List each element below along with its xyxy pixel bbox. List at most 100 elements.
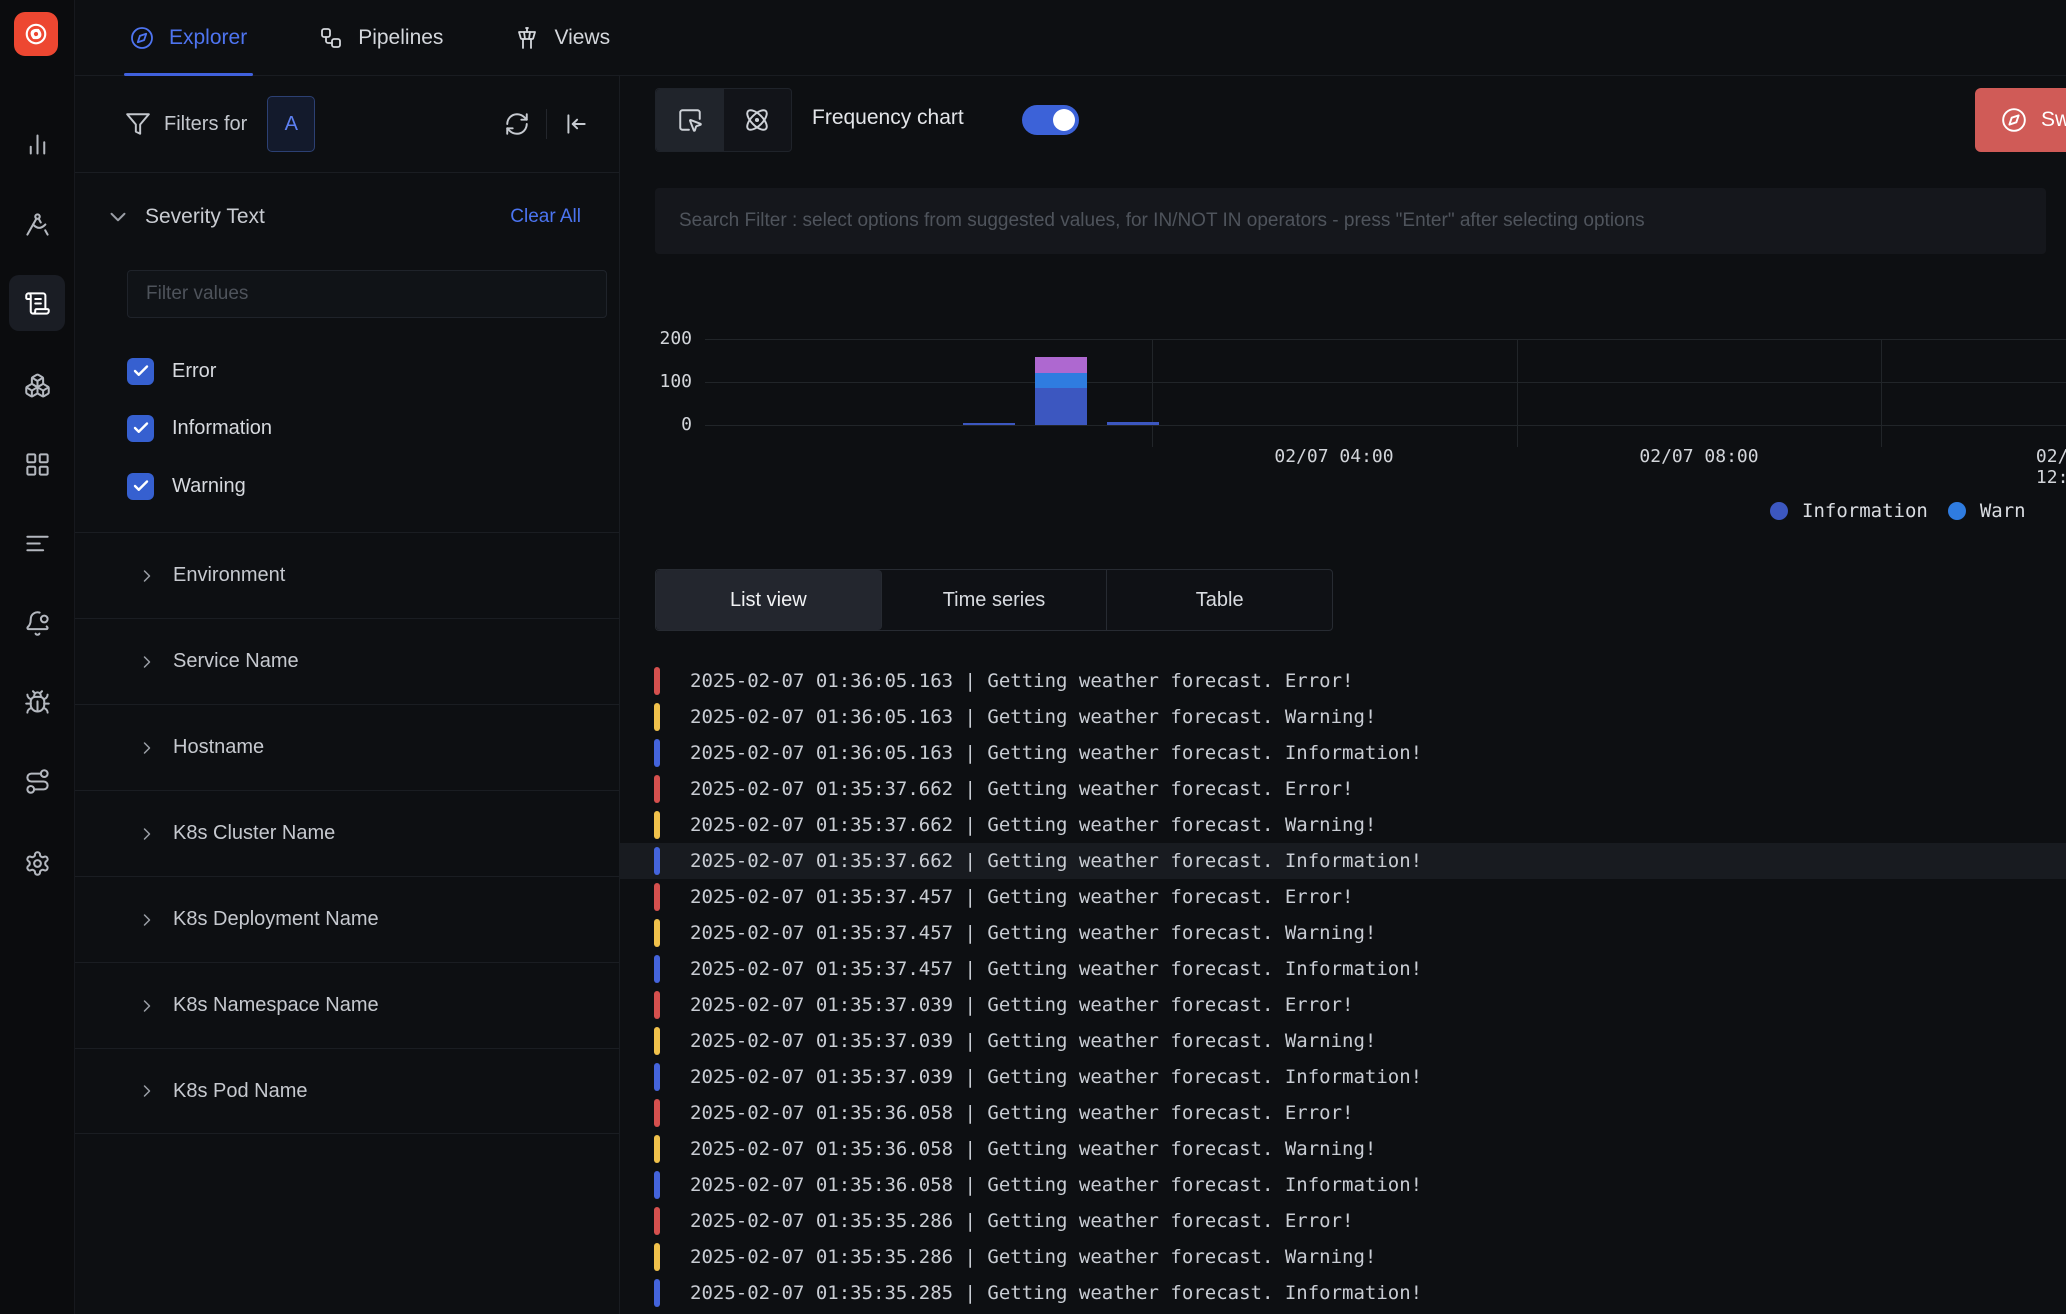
list-lines-icon <box>24 530 51 557</box>
filter-section-k8s-cluster-name[interactable]: K8s Cluster Name <box>75 790 619 876</box>
sidebar-item-drafting-compass[interactable] <box>9 196 65 252</box>
x-axis-tick-label: 02/07 12:00 <box>2036 446 2066 488</box>
log-row[interactable]: 2025-02-07 01:35:37.457 | Getting weathe… <box>620 915 2066 951</box>
bar-segment-warning <box>1035 373 1087 388</box>
mode-button-square-mouse-pointer[interactable] <box>656 89 724 151</box>
log-row[interactable]: 2025-02-07 01:36:05.163 | Getting weathe… <box>620 699 2066 735</box>
compass-icon <box>2001 107 2027 133</box>
log-row[interactable]: 2025-02-07 01:35:35.285 | Getting weathe… <box>620 1275 2066 1311</box>
severity-indicator-information <box>654 1279 660 1307</box>
severity-section-header[interactable]: Severity Text Clear All <box>105 173 581 261</box>
chevron-right-icon <box>137 1081 157 1101</box>
log-row[interactable]: 2025-02-07 01:35:37.039 | Getting weathe… <box>620 1059 2066 1095</box>
sidebar-item-boxes[interactable] <box>9 357 65 413</box>
tab-explorer[interactable]: Explorer <box>130 0 247 76</box>
bar-segment-information <box>1107 422 1159 425</box>
funnel-icon <box>125 111 151 137</box>
view-tab-table[interactable]: Table <box>1107 570 1332 630</box>
checkbox-checked[interactable] <box>127 415 154 442</box>
filter-section-k8s-namespace-name[interactable]: K8s Namespace Name <box>75 962 619 1048</box>
log-row[interactable]: 2025-02-07 01:35:36.058 | Getting weathe… <box>620 1095 2066 1131</box>
checkbox-label: Warning <box>172 475 246 498</box>
filter-section-hostname[interactable]: Hostname <box>75 704 619 790</box>
tab-views[interactable]: Views <box>515 0 610 76</box>
view-tab-list-view[interactable]: List view <box>656 570 882 630</box>
sidebar-item-route[interactable] <box>9 753 65 809</box>
sidebar-item-bell-dot[interactable] <box>9 595 65 651</box>
clear-all-link[interactable]: Clear All <box>510 206 581 228</box>
legend-item-information[interactable]: Information <box>1770 500 1928 522</box>
chevron-right-icon <box>137 738 157 758</box>
tab-label: Views <box>554 26 610 50</box>
bug-icon <box>24 689 51 716</box>
legend-item-warn[interactable]: Warn <box>1948 500 2026 522</box>
severity-indicator-warning <box>654 919 660 947</box>
filter-values-input[interactable] <box>127 270 607 318</box>
log-line-text: 2025-02-07 01:35:36.058 | Getting weathe… <box>690 1131 1376 1167</box>
log-line-text: 2025-02-07 01:36:05.163 | Getting weathe… <box>690 699 1376 735</box>
log-row[interactable]: 2025-02-07 01:35:36.058 | Getting weathe… <box>620 1131 2066 1167</box>
filters-title: Filters for <box>164 113 247 136</box>
gridline-horizontal <box>705 425 2066 426</box>
log-row[interactable]: 2025-02-07 01:35:35.286 | Getting weathe… <box>620 1239 2066 1275</box>
severity-indicator-warning <box>654 1135 660 1163</box>
tab-label: Explorer <box>169 26 247 50</box>
tab-pipelines[interactable]: Pipelines <box>319 0 443 76</box>
log-row[interactable]: 2025-02-07 01:35:37.457 | Getting weathe… <box>620 951 2066 987</box>
collapse-panel-icon[interactable] <box>563 111 589 137</box>
log-line-text: 2025-02-07 01:35:35.286 | Getting weathe… <box>690 1239 1376 1275</box>
log-line-text: 2025-02-07 01:35:35.286 | Getting weathe… <box>690 1203 1353 1239</box>
log-row[interactable]: 2025-02-07 01:35:36.058 | Getting weathe… <box>620 1167 2066 1203</box>
x-axis-tick-label: 02/07 08:00 <box>1639 446 1758 467</box>
search-filter-input[interactable] <box>655 188 2046 254</box>
severity-indicator-error <box>654 1207 660 1235</box>
sidebar-item-list-lines[interactable] <box>9 515 65 571</box>
switch-explorer-button[interactable]: Sw <box>1975 88 2066 152</box>
chevron-right-icon <box>137 996 157 1016</box>
severity-option-error[interactable]: Error <box>127 357 216 385</box>
severity-indicator-error <box>654 667 660 695</box>
bar-segment-information <box>1035 388 1087 425</box>
eye-logo-icon <box>21 19 51 49</box>
log-line-text: 2025-02-07 01:35:37.662 | Getting weathe… <box>690 771 1353 807</box>
log-line-text: 2025-02-07 01:35:37.457 | Getting weathe… <box>690 879 1353 915</box>
filter-section-environment[interactable]: Environment <box>75 532 619 618</box>
log-row[interactable]: 2025-02-07 01:35:37.662 | Getting weathe… <box>620 843 2066 879</box>
log-row[interactable]: 2025-02-07 01:35:37.039 | Getting weathe… <box>620 1023 2066 1059</box>
gridline-horizontal <box>705 382 2066 383</box>
filter-section-service-name[interactable]: Service Name <box>75 618 619 704</box>
severity-indicator-information <box>654 847 660 875</box>
checkbox-checked[interactable] <box>127 473 154 500</box>
y-axis-tick-label: 100 <box>620 371 692 392</box>
sidebar-item-bar-chart[interactable] <box>9 116 65 172</box>
sidebar-item-logs-scroll[interactable] <box>9 275 65 331</box>
mode-button-atom[interactable] <box>724 89 792 151</box>
severity-option-information[interactable]: Information <box>127 414 272 442</box>
log-row[interactable]: 2025-02-07 01:35:37.039 | Getting weathe… <box>620 987 2066 1023</box>
bar-chart-icon <box>24 131 51 158</box>
sidebar-item-bug[interactable] <box>9 674 65 730</box>
refresh-icon[interactable] <box>504 111 530 137</box>
log-line-text: 2025-02-07 01:35:37.039 | Getting weathe… <box>690 987 1353 1023</box>
filter-section-label: Environment <box>173 564 285 587</box>
log-row[interactable]: 2025-02-07 01:35:37.662 | Getting weathe… <box>620 807 2066 843</box>
sidebar-item-layout-grid[interactable] <box>9 436 65 492</box>
log-row[interactable]: 2025-02-07 01:35:37.662 | Getting weathe… <box>620 771 2066 807</box>
query-badge[interactable]: A <box>267 96 315 152</box>
log-row[interactable]: 2025-02-07 01:36:05.163 | Getting weathe… <box>620 663 2066 699</box>
log-row[interactable]: 2025-02-07 01:35:35.286 | Getting weathe… <box>620 1203 2066 1239</box>
log-row[interactable]: 2025-02-07 01:36:05.163 | Getting weathe… <box>620 735 2066 771</box>
top-tab-bar: Explorer Pipelines Views <box>75 0 2066 76</box>
switch-button-label: Sw <box>2041 108 2066 132</box>
app-logo[interactable] <box>14 12 58 56</box>
filter-section-k8s-deployment-name[interactable]: K8s Deployment Name <box>75 876 619 962</box>
x-axis-tick-label: 02/07 04:00 <box>1274 446 1393 467</box>
log-row[interactable]: 2025-02-07 01:35:37.457 | Getting weathe… <box>620 879 2066 915</box>
frequency-chart-toggle[interactable] <box>1022 105 1079 135</box>
severity-option-warning[interactable]: Warning <box>127 472 246 500</box>
sidebar-item-gear[interactable] <box>9 835 65 891</box>
view-tab-time-series[interactable]: Time series <box>882 570 1108 630</box>
filter-section-k8s-pod-name[interactable]: K8s Pod Name <box>75 1048 619 1134</box>
checkbox-checked[interactable] <box>127 358 154 385</box>
gridline-vertical <box>1881 339 1882 447</box>
